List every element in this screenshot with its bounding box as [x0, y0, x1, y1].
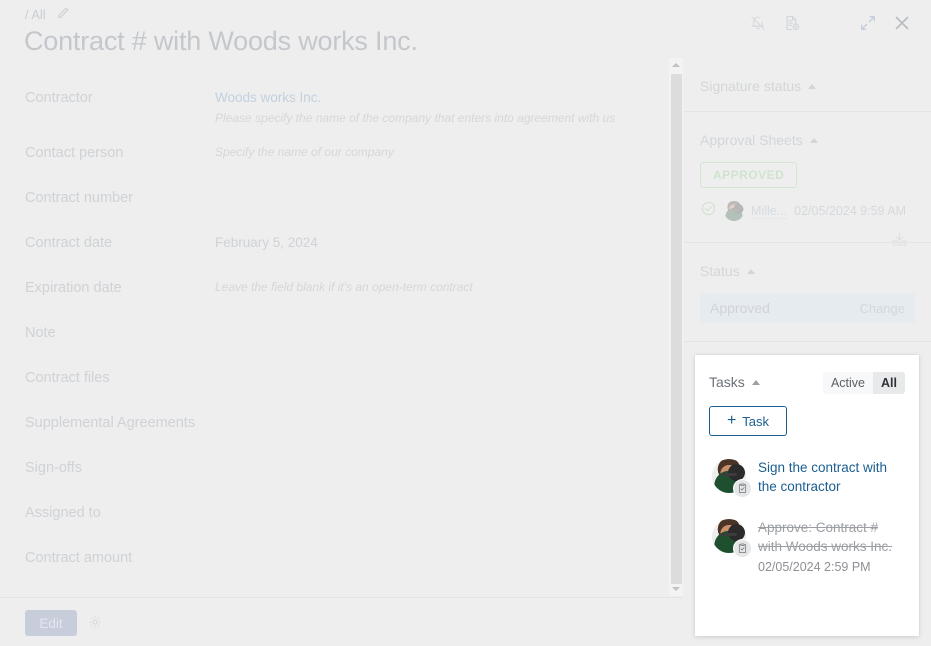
section-signature-status: Signature status — [684, 58, 931, 112]
window-controls — [741, 8, 919, 38]
breadcrumb-path[interactable]: / All — [25, 8, 46, 22]
check-circle-icon — [700, 200, 717, 222]
chevron-up-icon[interactable] — [808, 84, 817, 89]
edit-button[interactable]: Edit — [25, 610, 77, 636]
section-status: Status Approved Change — [684, 243, 931, 342]
field-label: Contact person — [25, 145, 124, 161]
status-badge[interactable]: APPROVED — [700, 162, 798, 188]
task-date: 02/05/2024 2:59 PM — [758, 560, 871, 574]
chevron-up-icon[interactable] — [746, 269, 755, 274]
field-value[interactable]: Woods works Inc. — [215, 88, 321, 108]
task-avatar-wrap — [712, 519, 752, 558]
signature-status-header[interactable]: Signature status — [700, 58, 915, 100]
form-row-contract-amount[interactable]: Contract amount — [0, 548, 660, 593]
approval-sheets-header[interactable]: Approval Sheets — [700, 112, 915, 154]
clipboard-check-icon — [733, 539, 752, 558]
field-label: Contract date — [25, 235, 113, 251]
form-action-bar: Edit — [0, 597, 683, 646]
tasks-title-label: Tasks — [709, 374, 745, 390]
field-label: Note — [25, 325, 56, 341]
chevron-up-icon[interactable] — [751, 380, 760, 385]
tasks-filter-all[interactable]: All — [873, 372, 905, 394]
form-row-sign-offs[interactable]: Sign-offs — [0, 458, 660, 503]
status-change-link[interactable]: Change — [859, 301, 905, 316]
field-label: Contract number — [25, 190, 133, 206]
expand-icon[interactable] — [851, 8, 885, 38]
status-header[interactable]: Status — [700, 243, 915, 285]
chevron-up-icon[interactable] — [809, 138, 818, 143]
field-label: Assigned to — [25, 505, 101, 521]
avatar — [724, 201, 744, 221]
breadcrumb: / All — [25, 6, 70, 24]
task-body: Sign the contract with the contractor — [758, 457, 905, 499]
section-approval-sheets: Approval Sheets APPROVED Mille... 02/05/… — [684, 112, 931, 246]
approver-row: Mille... 02/05/2024 9:59 AM — [700, 200, 915, 222]
scroll-down-icon[interactable] — [669, 582, 683, 596]
form-row-note[interactable]: Note — [0, 323, 660, 368]
status-bar: Approved Change — [700, 293, 915, 323]
tasks-filter-group: Active All — [822, 372, 905, 394]
clipboard-check-icon — [733, 479, 752, 498]
tasks-panel: Tasks Active All + Task Sign the contrac… — [695, 355, 919, 636]
task-list: Sign the contract with the contractor Ap… — [695, 447, 919, 576]
bell-off-icon[interactable] — [741, 8, 775, 38]
field-label: Sign-offs — [25, 460, 82, 476]
field-label: Contract files — [25, 370, 110, 386]
field-hint: Leave the field blank if it's an open-te… — [215, 280, 473, 294]
pencil-icon[interactable] — [56, 6, 70, 25]
section-title: Approval Sheets — [700, 132, 803, 148]
field-label: Expiration date — [25, 280, 122, 296]
field-label: Supplemental Agreements — [25, 415, 196, 431]
approver-name[interactable]: Mille... — [751, 204, 788, 219]
task-title[interactable]: Approve: Contract # with Woods works Inc… — [758, 517, 905, 556]
form-scrollbar[interactable] — [669, 58, 683, 596]
form-row-contract-date[interactable]: Contract date February 5, 2024 — [0, 233, 660, 278]
scroll-up-icon[interactable] — [669, 58, 683, 72]
task-avatar-wrap — [712, 459, 752, 498]
contract-form: Contractor Woods works Inc. Please speci… — [0, 60, 668, 596]
field-value[interactable]: February 5, 2024 — [215, 233, 318, 253]
field-label: Contractor — [25, 90, 93, 106]
scrollbar-thumb[interactable] — [671, 74, 682, 584]
page-title: Contract # with Woods works Inc. — [24, 26, 418, 56]
tasks-header: Tasks Active All — [695, 355, 919, 399]
document-add-icon[interactable] — [775, 8, 809, 38]
approver-date: 02/05/2024 9:59 AM — [794, 204, 907, 218]
form-row-contract-number[interactable]: Contract number — [0, 188, 660, 233]
contract-detail-window: / All Contract # with Woods works Inc. C… — [0, 0, 931, 646]
task-title[interactable]: Sign the contract with the contractor — [758, 457, 905, 496]
tasks-filter-active[interactable]: Active — [822, 372, 874, 394]
form-row-expiration-date[interactable]: Expiration date Leave the field blank if… — [0, 278, 660, 323]
field-hint: Please specify the name of the company t… — [215, 111, 616, 125]
field-hint: Specify the name of our company — [215, 145, 394, 159]
form-row-contact-person[interactable]: Contact person Specify the name of our c… — [0, 143, 660, 188]
task-body: Approve: Contract # with Woods works Inc… — [758, 517, 905, 576]
task-item[interactable]: Approve: Contract # with Woods works Inc… — [695, 499, 919, 576]
form-row-contractor[interactable]: Contractor Woods works Inc. Please speci… — [0, 88, 660, 133]
add-task-label: Task — [742, 413, 770, 429]
form-row-supplemental-agreements[interactable]: Supplemental Agreements — [0, 413, 660, 458]
section-title: Status — [700, 263, 740, 279]
status-value: Approved — [710, 300, 770, 316]
tasks-title[interactable]: Tasks — [709, 374, 760, 390]
form-row-assigned-to[interactable]: Assigned to — [0, 503, 660, 548]
task-item[interactable]: Sign the contract with the contractor — [695, 447, 919, 499]
field-label: Contract amount — [25, 550, 133, 566]
gear-icon[interactable] — [86, 613, 104, 631]
plus-icon: + — [726, 412, 737, 429]
form-row-contract-files[interactable]: Contract files — [0, 368, 660, 413]
close-icon[interactable] — [885, 8, 919, 38]
section-title: Signature status — [700, 78, 802, 94]
add-task-button[interactable]: + Task — [709, 406, 787, 436]
